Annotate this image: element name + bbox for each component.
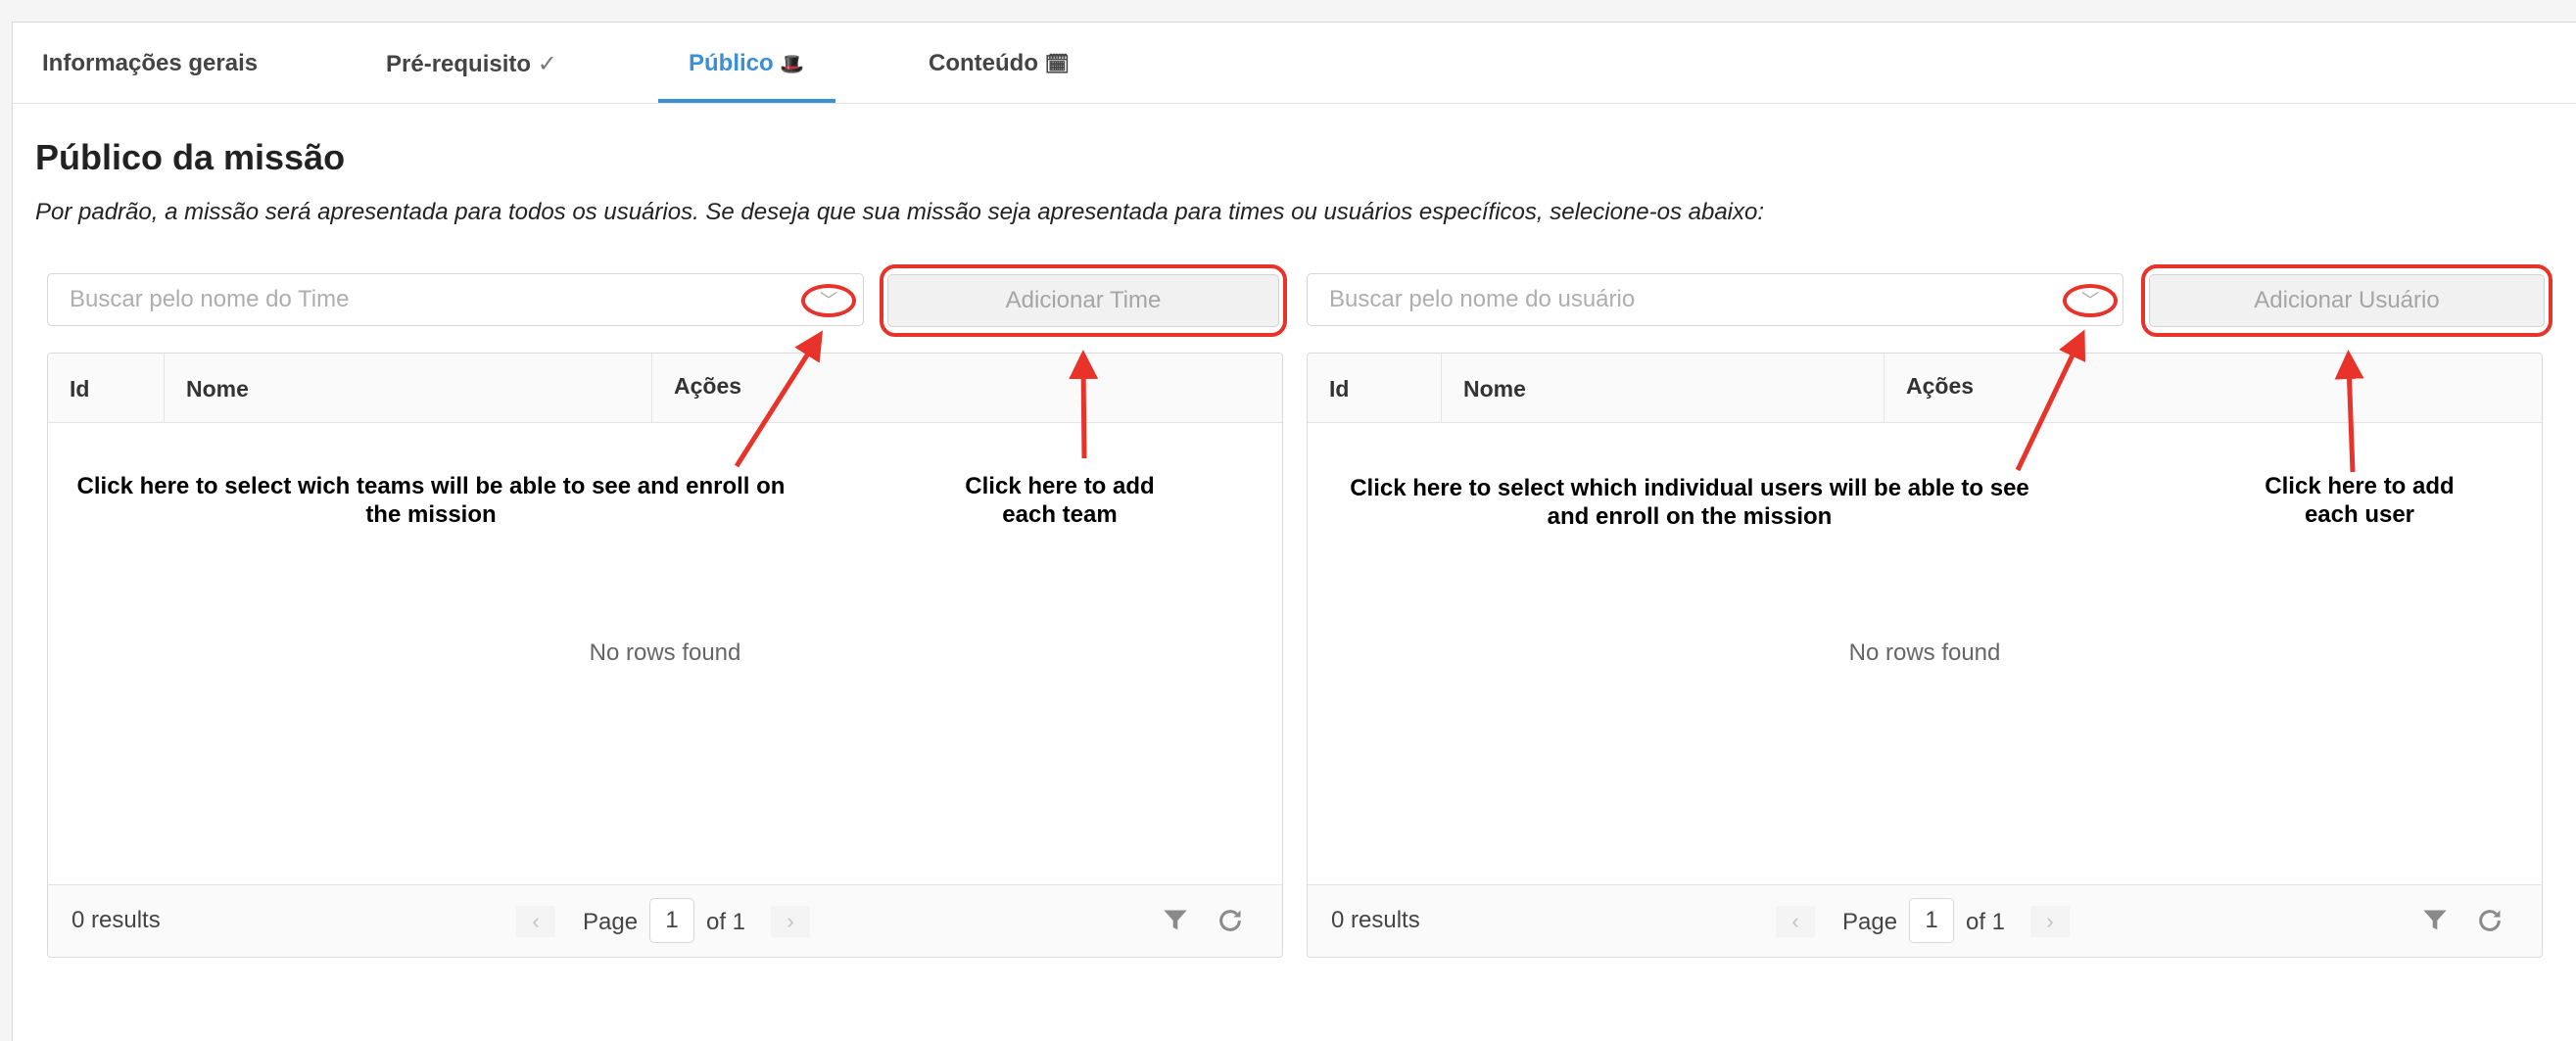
section-description: Por padrão, a missão será apresentada pa… [35, 199, 1765, 225]
prev-page-icon[interactable]: ‹ [516, 906, 555, 937]
page-label: Page [583, 909, 639, 935]
annotation-teams-select: Click here to select wich teams will be … [76, 473, 786, 528]
annotation-teams-add: Click here to add each team [965, 473, 1155, 528]
prev-page-icon[interactable]: ‹ [1776, 906, 1815, 937]
teams-grid-footer: 0 results ‹ Page of 1 › [48, 884, 1282, 957]
next-page-icon[interactable]: › [2030, 906, 2070, 937]
column-header-nome[interactable]: Nome [1441, 354, 1884, 422]
refresh-icon[interactable] [1216, 907, 1244, 934]
tab-publico[interactable]: Público 🎩 [689, 50, 804, 77]
column-header-id[interactable]: Id [48, 354, 164, 422]
annotation-users-add: Click here to add each user [2265, 473, 2455, 528]
calendar-icon: 🗓 [1044, 54, 1071, 75]
tab-pre-requisito[interactable]: Pré-requisito ✓ [386, 50, 557, 78]
column-header-acoes[interactable]: Ações [651, 354, 1282, 422]
users-empty-message: No rows found [1848, 639, 2001, 666]
section-title: Público da missão [35, 137, 346, 177]
add-team-button[interactable]: Adicionar Time [887, 274, 1279, 327]
page-number-input[interactable] [649, 898, 694, 943]
page-total: of 1 [1966, 909, 2006, 935]
refresh-icon[interactable] [2476, 907, 2504, 934]
users-pager: ‹ Page of 1 › [1776, 898, 2128, 943]
users-results-count: 0 results [1331, 907, 1420, 933]
teams-grid-header: Id Nome Ações [48, 354, 1282, 423]
page-label: Page [1842, 909, 1898, 935]
add-user-button[interactable]: Adicionar Usuário [2149, 274, 2545, 327]
users-grid-footer: 0 results ‹ Page of 1 › [1308, 884, 2542, 957]
annotation-users-select: Click here to select which individual us… [1350, 475, 2029, 530]
team-search-input[interactable] [47, 273, 864, 326]
column-header-acoes[interactable]: Ações [1884, 354, 2542, 422]
filter-icon[interactable] [1162, 907, 1189, 934]
user-search-input[interactable] [1307, 273, 2123, 326]
users-grid: Id Nome Ações No rows found 0 results ‹ … [1307, 353, 2543, 958]
teams-grid: Id Nome Ações No rows found 0 results ‹ … [47, 353, 1283, 958]
team-dropdown-chevron-icon[interactable]: ﹀ [801, 284, 856, 317]
tab-conteudo[interactable]: Conteúdo 🗓 [929, 50, 1070, 77]
top-hat-icon: 🎩 [780, 54, 805, 75]
page-number-input[interactable] [1909, 898, 1954, 943]
users-grid-header: Id Nome Ações [1308, 354, 2542, 423]
next-page-icon[interactable]: › [771, 906, 810, 937]
teams-results-count: 0 results [72, 907, 161, 933]
column-header-nome[interactable]: Nome [164, 354, 651, 422]
tab-informacoes-gerais[interactable]: Informações gerais [42, 50, 258, 77]
user-dropdown-chevron-icon[interactable]: ﹀ [2063, 284, 2118, 317]
active-tab-indicator [658, 99, 835, 103]
column-header-id[interactable]: Id [1308, 354, 1441, 422]
check-icon: ✓ [537, 51, 557, 77]
teams-pager: ‹ Page of 1 › [516, 898, 869, 943]
teams-empty-message: No rows found [589, 639, 741, 666]
page-total: of 1 [706, 909, 746, 935]
tab-bar: Informações gerais Pré-requisito ✓ Públi… [13, 23, 2576, 104]
filter-icon[interactable] [2421, 907, 2449, 934]
